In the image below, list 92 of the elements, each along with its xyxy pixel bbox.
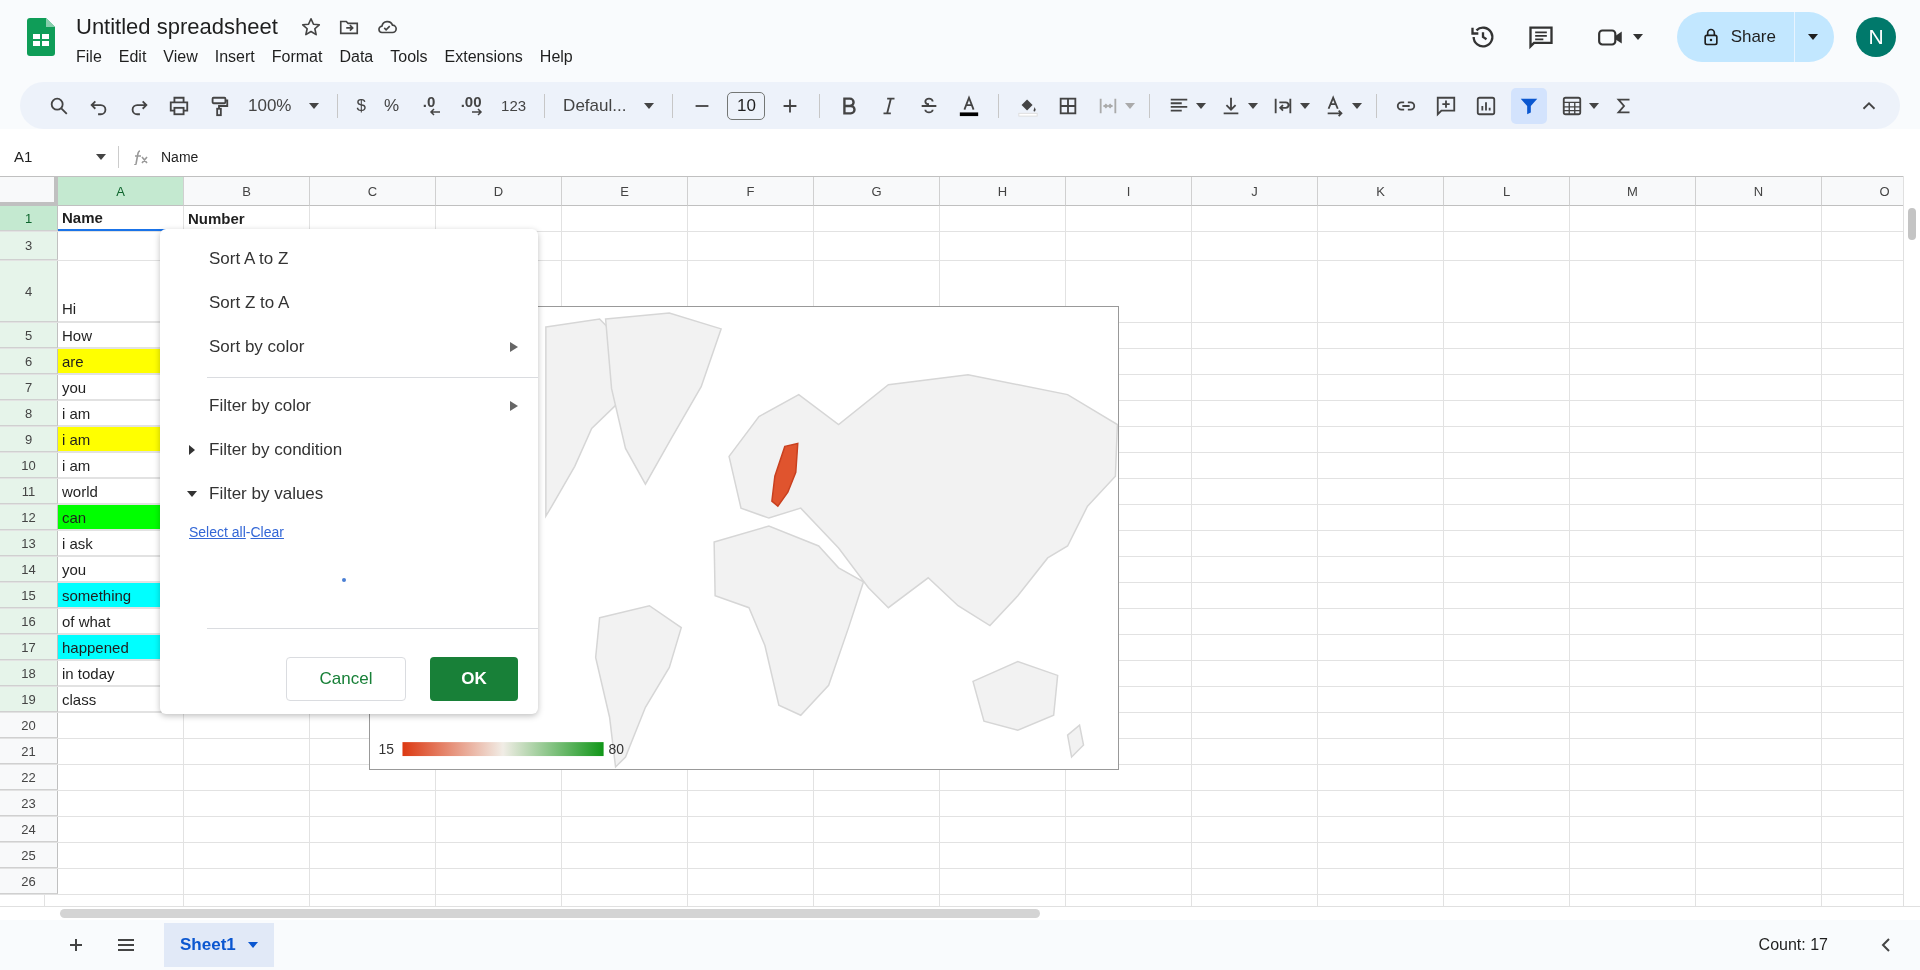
link-separator: - (245, 524, 251, 541)
column-header[interactable]: L (1444, 177, 1570, 207)
formula-content[interactable]: Name (161, 148, 199, 165)
row-header[interactable]: 16 (0, 609, 58, 635)
row-header[interactable]: 23 (0, 791, 58, 817)
column-header[interactable]: G (814, 177, 940, 207)
menu-item[interactable]: Edit (118, 44, 155, 69)
caret-icon (96, 153, 106, 160)
horizontal-scrollbar[interactable] (0, 906, 1920, 921)
ok-button[interactable]: OK (430, 657, 518, 702)
menu-item[interactable]: Insert (214, 44, 263, 69)
menu-item[interactable]: Tools (390, 44, 436, 69)
caret-icon (247, 942, 258, 949)
row-header[interactable]: 13 (0, 531, 58, 557)
arrow-right-icon (471, 107, 484, 116)
decrease-decimal-button[interactable]: .0 (413, 91, 446, 120)
legend-min-label: 15 (378, 741, 395, 758)
caret-icon (1196, 102, 1207, 109)
account-avatar[interactable]: N (1856, 16, 1896, 57)
submenu-arrow-icon (510, 401, 518, 412)
currency-format-button[interactable]: $ (352, 91, 370, 120)
row-header[interactable]: 9 (0, 427, 58, 453)
sheets-logo-icon[interactable] (27, 17, 55, 56)
menu-item[interactable]: Extensions (444, 44, 531, 69)
select-all-link[interactable]: Select all (189, 524, 246, 541)
caret-icon (644, 102, 655, 109)
caret-icon (1808, 33, 1818, 40)
row-header[interactable]: 17 (0, 635, 58, 661)
row-header[interactable]: 11 (0, 479, 58, 505)
increase-decimal-button[interactable]: .00 (455, 91, 488, 120)
caret-icon (1125, 102, 1136, 109)
row-header[interactable]: 7 (0, 375, 58, 401)
menu-item[interactable]: Help (539, 44, 581, 69)
collapsed-triangle-icon (187, 445, 197, 456)
column-header[interactable]: B (184, 177, 310, 207)
row-header[interactable]: 4 (0, 261, 58, 323)
caret-icon (309, 102, 320, 109)
column-header[interactable]: K (1318, 177, 1444, 207)
row-header[interactable]: 15 (0, 583, 58, 609)
column-header[interactable]: A (58, 177, 184, 207)
row-header[interactable]: 5 (0, 323, 58, 349)
menu-item[interactable]: View (163, 44, 206, 69)
sheet-tab[interactable]: Sheet1 (164, 923, 274, 968)
row-header[interactable]: 18 (0, 661, 58, 687)
caret-icon (1248, 102, 1259, 109)
row-header[interactable]: 19 (0, 687, 58, 713)
row-header[interactable]: 20 (0, 713, 58, 739)
legend-max-label: 80 (608, 741, 625, 758)
column-header[interactable]: O (1822, 177, 1903, 207)
font-size-field[interactable]: 10 (727, 91, 766, 120)
number-format-button[interactable]: 123 (497, 93, 531, 119)
column-header[interactable]: H (940, 177, 1066, 207)
column-header[interactable]: F (688, 177, 814, 207)
row-header[interactable]: 14 (0, 557, 58, 583)
row-header[interactable]: 12 (0, 505, 58, 531)
submenu-arrow-icon (510, 342, 518, 353)
menu-item[interactable]: Data (339, 44, 382, 69)
font-dropdown[interactable]: Defaul... (559, 91, 659, 120)
row-header[interactable]: 22 (0, 765, 58, 791)
column-header[interactable]: M (1570, 177, 1696, 207)
star-icon[interactable] (299, 15, 322, 38)
cell-reference-box[interactable]: A1 (14, 148, 118, 166)
row-header[interactable]: 8 (0, 401, 58, 427)
clear-link[interactable]: Clear (250, 524, 284, 541)
document-title[interactable]: Untitled spreadsheet (76, 13, 278, 40)
arrow-left-icon (429, 107, 442, 116)
row-header[interactable]: 26 (0, 869, 58, 895)
zoom-dropdown[interactable]: 100% (244, 91, 324, 120)
row-header[interactable]: 1 (0, 206, 58, 232)
column-header[interactable]: D (436, 177, 562, 207)
row-header[interactable]: 24 (0, 817, 58, 843)
percent-format-button[interactable]: % (379, 91, 404, 120)
row-header[interactable]: 6 (0, 349, 58, 375)
caret-icon (1632, 33, 1643, 40)
menu-item[interactable]: Format (271, 44, 331, 69)
selection-summary[interactable]: Count: 17 (1758, 936, 1828, 955)
row-header[interactable]: 10 (0, 453, 58, 479)
row-header[interactable]: 3 (0, 232, 58, 261)
caret-icon (1352, 102, 1363, 109)
caret-icon (1589, 102, 1600, 109)
row-header[interactable]: 21 (0, 739, 58, 765)
column-header[interactable]: E (562, 177, 688, 207)
column-header[interactable]: N (1696, 177, 1822, 207)
caret-icon (1300, 102, 1311, 109)
column-header[interactable]: J (1192, 177, 1318, 207)
menu-item[interactable]: File (76, 44, 110, 69)
function-icon (131, 148, 151, 165)
cancel-button[interactable]: Cancel (286, 657, 406, 702)
filter-button[interactable] (1511, 87, 1548, 124)
column-header[interactable]: I (1066, 177, 1192, 207)
row-header[interactable]: 25 (0, 843, 58, 869)
column-header[interactable]: C (310, 177, 436, 207)
